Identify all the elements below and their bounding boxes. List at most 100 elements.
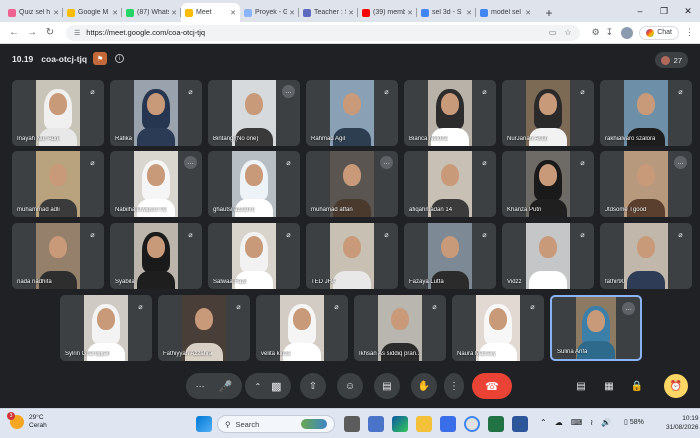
cast-icon[interactable]: ▭ xyxy=(549,28,557,37)
system-clock[interactable]: 10:19 31/08/2026 xyxy=(666,414,699,432)
menu-icon[interactable]: ⋮ xyxy=(685,27,694,38)
store-icon[interactable] xyxy=(440,416,456,432)
url-text: https://meet.google.com/coa-otcj-tjq xyxy=(86,28,206,37)
participant-tile[interactable]: NurJanah Arifin ⌀ xyxy=(502,80,594,146)
participant-tile[interactable]: TED JHA ⌀ xyxy=(306,223,398,289)
participant-tile[interactable]: Ikhsan As siddiq pran... ⌀ xyxy=(354,295,446,361)
camera-icon[interactable]: ▩ xyxy=(271,380,281,393)
minimize-icon[interactable]: – xyxy=(628,0,652,22)
tab-favicon-icon xyxy=(480,8,488,17)
participant-tile[interactable]: Rafika ⌀ xyxy=(110,80,202,146)
leave-call-button[interactable]: ☎ xyxy=(472,373,512,399)
browser-tab[interactable]: (39) memb ✕ xyxy=(358,3,417,22)
browser-tab[interactable]: Meet ✕ xyxy=(181,3,240,22)
tab-close-icon[interactable]: ✕ xyxy=(525,9,531,17)
tab-close-icon[interactable]: ✕ xyxy=(171,9,177,17)
info-icon[interactable]: i xyxy=(115,54,125,63)
raise-hand-button[interactable]: ✋ xyxy=(411,373,437,399)
participant-tile[interactable]: muhammad adli ⌀ xyxy=(12,151,104,217)
extensions-icon[interactable]: ⚙ xyxy=(592,27,600,38)
participant-tile[interactable]: velita kinza ⌀ xyxy=(256,295,348,361)
participant-face xyxy=(49,164,67,186)
tab-close-icon[interactable]: ✕ xyxy=(289,9,295,17)
participant-tile[interactable]: muhamad atfan… xyxy=(306,151,398,217)
participant-tile[interactable]: Bianca Neldha ⌀ xyxy=(404,80,496,146)
browser-tab[interactable]: model sel ✕ xyxy=(476,3,535,22)
participant-count[interactable]: 27 xyxy=(654,52,688,68)
wifi-icon[interactable]: ≀ xyxy=(590,418,593,427)
browser-tab[interactable]: Google M ✕ xyxy=(63,3,122,22)
participant-tile[interactable]: Syabila ⌀ xyxy=(110,223,202,289)
mic-icon[interactable]: 🎤 xyxy=(219,380,233,393)
participant-tile[interactable]: fathir90 ⌀ xyxy=(600,223,692,289)
reactions-button[interactable]: ⏰ xyxy=(664,374,688,398)
chat-button[interactable]: Chat xyxy=(639,25,679,40)
battery-indicator[interactable]: ▯ 58% xyxy=(624,418,644,426)
restore-icon[interactable]: ❐ xyxy=(652,0,676,22)
participant-tile[interactable]: ghautsi azzahro ⌀ xyxy=(208,151,300,217)
participant-tile[interactable]: Fathiyyah Azzahra ⌀ xyxy=(158,295,250,361)
browser-tab[interactable]: sel 3d - S ✕ xyxy=(417,3,476,22)
edge-icon[interactable] xyxy=(392,416,408,432)
site-info-icon[interactable]: ☰ xyxy=(74,29,80,37)
back-icon[interactable]: ← xyxy=(6,27,22,38)
chat-panel-button[interactable]: ▤ xyxy=(571,376,591,396)
widgets-icon[interactable] xyxy=(368,416,384,432)
profile-avatar[interactable] xyxy=(621,26,634,39)
participant-video xyxy=(134,223,178,289)
browser-tab[interactable]: Teacher : S ✕ xyxy=(299,3,358,22)
participant-tile[interactable]: Fazaya Lutfa ⌀ xyxy=(404,223,496,289)
browser-tab[interactable]: Quiz sel h ✕ xyxy=(4,3,63,22)
reload-icon[interactable]: ↻ xyxy=(42,27,58,38)
participant-tile[interactable]: Rahmad Agil ⌀ xyxy=(306,80,398,146)
captions-button[interactable]: ▤ xyxy=(374,373,400,399)
tab-close-icon[interactable]: ✕ xyxy=(53,9,59,17)
participant-tile[interactable]: Naura Maisary ⌀ xyxy=(452,295,544,361)
activities-button[interactable]: ▦ xyxy=(599,376,619,396)
tab-close-icon[interactable]: ✕ xyxy=(466,9,472,17)
participant-tile[interactable]: Nabilha Dwiputri 02… xyxy=(110,151,202,217)
tab-close-icon[interactable]: ✕ xyxy=(230,9,236,17)
bookmark-star-icon[interactable]: ☆ xyxy=(564,28,571,37)
browser-tab[interactable]: (87) Whats ✕ xyxy=(122,3,181,22)
download-icon[interactable]: ↧ xyxy=(606,27,614,38)
chrome-icon[interactable] xyxy=(464,416,480,432)
participant-tile[interactable]: Sulina Arifa… xyxy=(550,295,642,361)
participant-tile[interactable]: Inayah Nur Adni ⌀ xyxy=(12,80,104,146)
participant-tile[interactable]: nada nadhifa ⌀ xyxy=(12,223,104,289)
host-controls-button[interactable]: 🔒 xyxy=(627,376,647,396)
participant-face xyxy=(245,164,263,186)
present-button[interactable]: ⇧ xyxy=(300,373,326,399)
participant-tile[interactable]: Vidzz ⌀ xyxy=(502,223,594,289)
more-options-button[interactable]: ⋮ xyxy=(444,373,464,399)
chevron-up-icon[interactable]: ⌃ xyxy=(254,382,261,391)
more-dots-icon[interactable]: ⋯ xyxy=(196,381,205,392)
start-icon[interactable] xyxy=(196,416,212,432)
participant-tile[interactable]: Bintang (No one)… xyxy=(208,80,300,146)
volume-icon[interactable]: 🔊 xyxy=(601,418,611,427)
participant-tile[interactable]: Salwaa Fazil ⌀ xyxy=(208,223,300,289)
word-icon[interactable] xyxy=(512,416,528,432)
close-icon[interactable]: ✕ xyxy=(676,0,700,22)
emoji-button[interactable]: ☺ xyxy=(337,373,363,399)
tab-close-icon[interactable]: ✕ xyxy=(348,9,354,17)
weather-widget[interactable]: 3 29°C Cerah xyxy=(7,412,47,430)
forward-icon[interactable]: → xyxy=(24,27,40,38)
file-explorer-icon[interactable] xyxy=(416,416,432,432)
taskbar-search[interactable]: ⚲ Search xyxy=(217,415,335,433)
browser-tab[interactable]: Proyek - G ✕ xyxy=(240,3,299,22)
participant-tile[interactable]: Jtdsome Tgood… xyxy=(600,151,692,217)
participant-tile[interactable]: afiqahmadan 14 ⌀ xyxy=(404,151,496,217)
tab-close-icon[interactable]: ✕ xyxy=(407,9,413,17)
address-bar[interactable]: ☰ https://meet.google.com/coa-otcj-tjq ▭… xyxy=(66,24,580,41)
chevron-up-icon[interactable]: ⌃ xyxy=(540,418,547,427)
new-tab-button[interactable]: + xyxy=(541,3,557,22)
tab-close-icon[interactable]: ✕ xyxy=(112,9,118,17)
participant-tile[interactable]: rakhialvaro szalora ⌀ xyxy=(600,80,692,146)
language-icon[interactable]: ⌨ xyxy=(571,418,583,427)
task-view-icon[interactable] xyxy=(344,416,360,432)
excel-icon[interactable] xyxy=(488,416,504,432)
onedrive-icon[interactable]: ☁ xyxy=(555,418,563,427)
participant-tile[interactable]: Sylrin Ghaniyyah ⌀ xyxy=(60,295,152,361)
participant-tile[interactable]: Khanza Putri ⌀ xyxy=(502,151,594,217)
